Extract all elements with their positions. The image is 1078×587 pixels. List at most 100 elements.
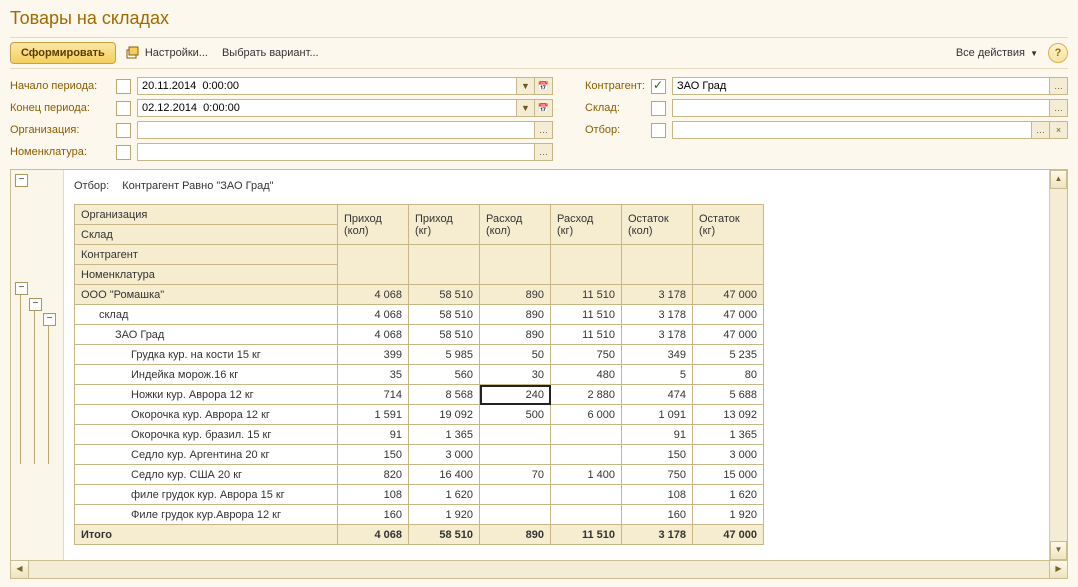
table-row[interactable]: ООО "Ромашка"4 06858 51089011 5103 17847… — [75, 285, 764, 305]
table-row[interactable]: Индейка морож.16 кг3556030480580 — [75, 365, 764, 385]
row-value[interactable] — [551, 425, 622, 445]
row-value[interactable]: 1 365 — [693, 425, 764, 445]
row-value[interactable] — [551, 485, 622, 505]
table-row[interactable]: Седло кур. Аргентина 20 кг1503 0001503 0… — [75, 445, 764, 465]
vertical-scrollbar[interactable]: ▲ ▼ — [1049, 170, 1067, 560]
row-value[interactable]: 5 985 — [409, 345, 480, 365]
row-value[interactable]: 35 — [338, 365, 409, 385]
help-icon[interactable]: ? — [1048, 43, 1068, 63]
row-value[interactable]: 91 — [622, 425, 693, 445]
org-checkbox[interactable] — [116, 123, 131, 138]
all-actions-button[interactable]: Все действия ▼ — [952, 45, 1042, 61]
row-value[interactable]: 11 510 — [551, 305, 622, 325]
row-value[interactable]: 47 000 — [693, 305, 764, 325]
row-value[interactable]: 1 920 — [409, 505, 480, 525]
table-row[interactable]: Окорочка кур. бразил. 15 кг911 365911 36… — [75, 425, 764, 445]
row-value[interactable]: 3 178 — [622, 305, 693, 325]
row-value[interactable]: 4 068 — [338, 325, 409, 345]
table-row[interactable]: Окорочка кур. Аврора 12 кг1 59119 092500… — [75, 405, 764, 425]
row-value[interactable]: 58 510 — [409, 325, 480, 345]
sklad-checkbox[interactable] — [651, 101, 666, 116]
row-value[interactable]: 1 591 — [338, 405, 409, 425]
period-end-input[interactable] — [137, 99, 517, 117]
row-value[interactable]: 560 — [409, 365, 480, 385]
row-value[interactable]: 2 880 — [551, 385, 622, 405]
row-value[interactable]: 70 — [480, 465, 551, 485]
row-value[interactable]: 500 — [480, 405, 551, 425]
otbor-input[interactable] — [672, 121, 1032, 139]
org-input[interactable] — [137, 121, 535, 139]
horizontal-scrollbar[interactable]: ◀ ▶ — [10, 561, 1068, 579]
row-value[interactable]: 3 178 — [622, 325, 693, 345]
select-icon[interactable]: … — [1032, 121, 1050, 139]
row-value[interactable]: 5 — [622, 365, 693, 385]
row-value[interactable]: 820 — [338, 465, 409, 485]
row-value[interactable]: 30 — [480, 365, 551, 385]
row-value[interactable] — [480, 485, 551, 505]
table-row[interactable]: филе грудок кур. Аврора 15 кг1081 620108… — [75, 485, 764, 505]
calendar-icon[interactable]: 📅 — [535, 77, 553, 95]
row-value[interactable]: 750 — [622, 465, 693, 485]
row-value[interactable]: 3 000 — [409, 445, 480, 465]
row-value[interactable]: 890 — [480, 305, 551, 325]
contragent-input[interactable] — [672, 77, 1050, 95]
row-value[interactable]: 16 400 — [409, 465, 480, 485]
period-start-checkbox[interactable] — [116, 79, 131, 94]
row-value[interactable]: 4 068 — [338, 285, 409, 305]
row-value[interactable]: 47 000 — [693, 325, 764, 345]
row-value[interactable]: 47 000 — [693, 285, 764, 305]
row-value[interactable]: 15 000 — [693, 465, 764, 485]
table-row[interactable]: Седло кур. США 20 кг82016 400701 4007501… — [75, 465, 764, 485]
contragent-checkbox[interactable] — [651, 79, 666, 94]
period-start-input[interactable] — [137, 77, 517, 95]
row-value[interactable]: 13 092 — [693, 405, 764, 425]
row-value[interactable]: 5 688 — [693, 385, 764, 405]
row-value[interactable]: 3 178 — [622, 285, 693, 305]
row-value[interactable]: 890 — [480, 285, 551, 305]
row-value[interactable]: 58 510 — [409, 285, 480, 305]
scroll-up-icon[interactable]: ▲ — [1050, 170, 1067, 189]
clear-icon[interactable]: × — [1050, 121, 1068, 139]
dropdown-icon[interactable]: ▼ — [517, 77, 535, 95]
table-row[interactable]: склад4 06858 51089011 5103 17847 000 — [75, 305, 764, 325]
row-value[interactable]: 4 068 — [338, 305, 409, 325]
form-button[interactable]: Сформировать — [10, 42, 116, 64]
row-value[interactable] — [480, 505, 551, 525]
row-value[interactable]: 108 — [338, 485, 409, 505]
row-value[interactable]: 890 — [480, 325, 551, 345]
row-value[interactable]: 399 — [338, 345, 409, 365]
row-value[interactable]: 80 — [693, 365, 764, 385]
row-value[interactable]: 714 — [338, 385, 409, 405]
row-value[interactable]: 1 620 — [409, 485, 480, 505]
settings-button[interactable]: Настройки... — [122, 44, 212, 62]
row-value[interactable]: 11 510 — [551, 325, 622, 345]
scroll-right-icon[interactable]: ▶ — [1049, 560, 1068, 579]
row-value[interactable]: 58 510 — [409, 305, 480, 325]
row-value[interactable] — [551, 505, 622, 525]
row-value[interactable]: 1 365 — [409, 425, 480, 445]
select-icon[interactable]: … — [535, 143, 553, 161]
select-icon[interactable]: … — [1050, 99, 1068, 117]
table-row[interactable]: Грудка кур. на кости 15 кг3995 985507503… — [75, 345, 764, 365]
dropdown-icon[interactable]: ▼ — [517, 99, 535, 117]
row-value[interactable]: 150 — [622, 445, 693, 465]
row-value[interactable]: 160 — [622, 505, 693, 525]
scroll-down-icon[interactable]: ▼ — [1050, 541, 1067, 560]
select-icon[interactable]: … — [535, 121, 553, 139]
collapse-node-icon[interactable]: − — [15, 282, 28, 295]
collapse-node-icon[interactable]: − — [29, 298, 42, 311]
row-value[interactable]: 3 000 — [693, 445, 764, 465]
row-value[interactable]: 240 — [480, 385, 551, 405]
row-value[interactable]: 1 920 — [693, 505, 764, 525]
row-value[interactable] — [551, 445, 622, 465]
row-value[interactable]: 1 091 — [622, 405, 693, 425]
row-value[interactable]: 1 620 — [693, 485, 764, 505]
row-value[interactable] — [480, 425, 551, 445]
row-value[interactable]: 91 — [338, 425, 409, 445]
table-row[interactable]: ЗАО Град4 06858 51089011 5103 17847 000 — [75, 325, 764, 345]
row-value[interactable]: 11 510 — [551, 285, 622, 305]
nom-checkbox[interactable] — [116, 145, 131, 160]
row-value[interactable]: 108 — [622, 485, 693, 505]
row-value[interactable]: 1 400 — [551, 465, 622, 485]
row-value[interactable]: 6 000 — [551, 405, 622, 425]
